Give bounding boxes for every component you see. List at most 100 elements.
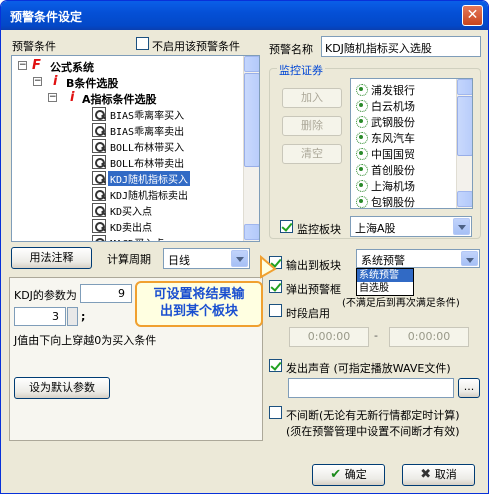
output-board-dropdown-list[interactable]: 系统预警 自选股 [356,268,414,296]
tree-scrollbar[interactable] [243,56,259,241]
period-value: 日线 [168,254,190,267]
tree-leaf-label: BIAS乖离率卖出 [110,127,185,138]
indicator-search-icon [92,219,106,233]
sound-checkbox[interactable] [269,359,282,372]
collapse-icon[interactable]: − [33,77,42,86]
time-start-input[interactable]: 0:00:00 [289,327,369,347]
browse-button[interactable]: ... [458,378,480,398]
popup-checkbox[interactable] [269,280,282,293]
indicator-search-icon [92,235,106,241]
monitor-board-label: 监控板块 [297,223,341,236]
period-select[interactable]: 日线 [163,248,250,269]
window-title: 预警条件设定 [10,10,83,24]
stock-list-item[interactable]: 上海机场 [351,177,455,193]
scroll-up-arrow-icon[interactable] [457,79,472,95]
scroll-up-arrow-icon[interactable] [244,56,259,72]
dropdown-arrow-icon[interactable] [453,218,470,235]
stock-icon [355,147,368,160]
collapse-icon[interactable]: − [48,93,57,102]
tree-leaf-item[interactable]: KD卖出点 [12,218,242,234]
monitor-board-checkbox[interactable] [280,220,293,233]
param2-spinner[interactable] [67,307,78,326]
tree-leaf-label: KD买入点 [110,207,153,218]
ok-button[interactable]: ✔ 确定 [312,464,385,486]
tree-leaf-label: BOLL布林带卖出 [110,159,185,170]
stock-list-item[interactable]: 白云机场 [351,97,455,113]
indicator-search-icon [92,203,106,217]
scroll-thumb[interactable] [244,73,259,167]
scroll-down-arrow-icon[interactable] [457,191,472,207]
continuous-checkbox[interactable] [269,406,282,419]
stock-list-item[interactable]: 首创股份 [351,161,455,177]
monitor-board-value: 上海A股 [355,222,396,235]
tree-leaf-item[interactable]: BIAS乖离率卖出 [12,122,242,138]
disable-checkbox[interactable] [136,37,149,50]
output-board-select[interactable]: 系统预警 [356,249,480,268]
info-icon: i [70,90,75,105]
clear-button[interactable]: 清空 [282,144,342,164]
tree-node-root[interactable]: − F 公式系统 [12,58,242,74]
param1-input[interactable]: 9 [80,284,132,303]
param2-input[interactable]: 3 [14,307,66,326]
tree-leaf-item[interactable]: BOLL布林带卖出 [12,154,242,170]
stock-list-item[interactable]: 中国国贸 [351,145,455,161]
tooltip-line-2: 出到某个板块 [159,304,238,319]
cancel-button[interactable]: ✖ 取消 [402,464,475,486]
indicator-search-icon [92,123,106,137]
time-enable-checkbox[interactable] [269,304,282,317]
ok-label: 确定 [344,468,367,481]
check-icon: ✔ [330,467,342,482]
scroll-down-arrow-icon[interactable] [244,224,259,240]
wave-file-input[interactable] [288,378,454,398]
add-button[interactable]: 加入 [282,88,342,108]
time-end-input[interactable]: 0:00:00 [389,327,469,347]
stock-list-scrollbar[interactable] [456,79,472,208]
scroll-thumb[interactable] [457,96,472,156]
indicator-search-icon [92,107,106,121]
dropdown-option-selected[interactable]: 系统预警 [357,269,413,282]
stock-icon [355,163,368,176]
dropdown-arrow-icon[interactable] [231,250,248,267]
tree-label: B条件选股 [66,77,119,90]
delete-button[interactable]: 删除 [282,116,342,136]
stock-list-item[interactable]: 包钢股份 [351,193,455,208]
condition-tree[interactable]: − F 公式系统 − i B条件选股 − i A指标条件选股 BIAS乖离率买入… [11,55,260,242]
tree-leaf-item[interactable]: BIAS乖离率买入 [12,106,242,122]
cross-icon: ✖ [420,467,432,482]
time-dash: - [374,329,378,342]
monitor-board-select[interactable]: 上海A股 [350,216,472,237]
tree-node-subgroup[interactable]: − i A指标条件选股 [12,90,242,106]
info-icon: i [53,74,58,89]
title-bar[interactable]: 预警条件设定 ✕ [1,1,488,30]
tree-leaf-item[interactable]: KD买入点 [12,202,242,218]
tree-leaf-item[interactable]: MACD买入点 [12,234,242,241]
close-button[interactable]: ✕ [462,5,483,26]
continuous-note: (须在预警管理中设置不间断才有效) [286,425,460,438]
tree-leaf-label: MACD买入点 [108,235,166,241]
alert-name-input[interactable]: KDJ随机指标买入选股 [321,36,481,57]
stock-list-item[interactable]: 浦发银行 [351,81,455,97]
set-default-button[interactable]: 设为默认参数 [14,377,110,399]
tree-leaf-label: KDJ随机指标卖出 [110,191,189,202]
collapse-icon[interactable]: − [18,61,27,70]
param2-value: 3 [52,310,59,323]
tree-leaf-item[interactable]: BOLL布林带买入 [12,138,242,154]
stock-name: 首创股份 [371,164,415,177]
tree-leaf-label: KDJ随机指标买入 [108,171,191,186]
tree-leaf-label: BOLL布林带买入 [110,143,185,154]
indicator-search-icon [92,187,106,201]
stock-name: 上海机场 [371,180,415,193]
tree-leaf-item[interactable]: KDJ随机指标买入 [12,170,242,186]
stock-name: 白云机场 [371,100,415,113]
stock-list[interactable]: 浦发银行白云机场 武钢股份 东风汽车 中国国贸首创股份上海机场 包钢股份 [350,78,473,209]
popup-note: (不满足后到再次满足条件) [342,298,460,309]
stock-list-item[interactable]: 武钢股份 [351,113,455,129]
dropdown-arrow-icon[interactable] [461,251,478,266]
tree-node-group[interactable]: − i B条件选股 [12,74,242,90]
stock-icon [355,195,368,208]
tree-leaf-item[interactable]: KDJ随机指标卖出 [12,186,242,202]
param-label: KDJ的参数为 [14,289,77,302]
stock-list-item[interactable]: 东风汽车 [351,129,455,145]
alert-name-label: 预警名称 [269,43,313,56]
usage-notes-button[interactable]: 用法注释 [11,247,92,269]
